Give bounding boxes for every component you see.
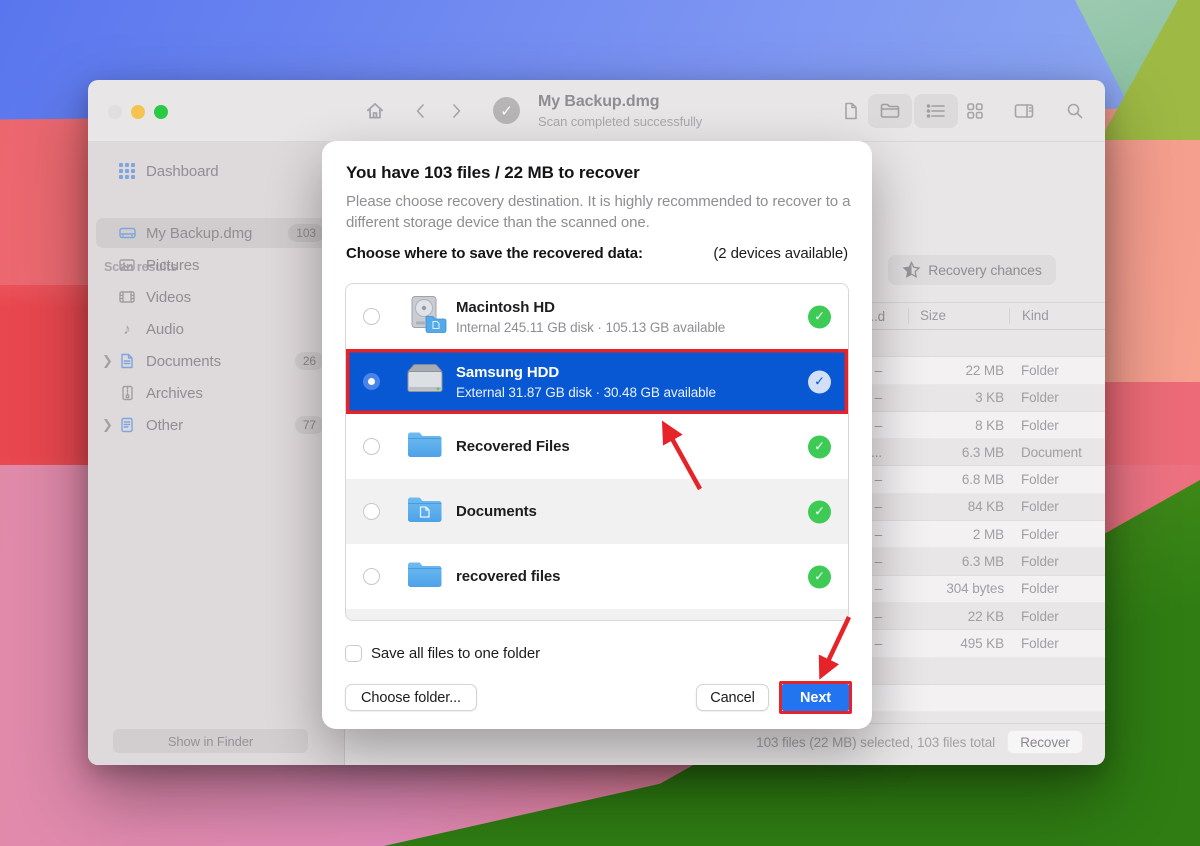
next-button-annotation-border: Next <box>779 681 852 714</box>
dialog-description: Please choose recovery destination. It i… <box>346 191 858 233</box>
sidebar-badge: 77 <box>295 416 324 434</box>
disk-image-icon <box>118 225 136 241</box>
zoom-window-button[interactable] <box>154 105 168 119</box>
dialog-title: You have 103 files / 22 MB to recover <box>346 163 640 183</box>
column-header-kind[interactable]: Kind <box>1009 308 1105 324</box>
archives-icon <box>118 385 136 401</box>
green-check-icon: ✓ <box>808 500 831 523</box>
sidebar: Dashboard Scan results My Backup.dmg 103… <box>88 142 345 765</box>
grid-view-icon[interactable] <box>961 97 989 125</box>
show-in-finder-button[interactable]: Show in Finder <box>113 729 308 753</box>
sidebar-item-label: Other <box>146 417 183 434</box>
destination-name: Macintosh HD <box>456 299 725 316</box>
blue-folder-icon <box>406 429 444 464</box>
destination-name: Documents <box>456 503 537 520</box>
choose-folder-button[interactable]: Choose folder... <box>345 684 477 711</box>
column-header-size[interactable]: Size <box>908 308 1009 324</box>
recovery-destination-dialog: You have 103 files / 22 MB to recover Pl… <box>322 141 872 729</box>
sidebar-item-label: Documents <box>146 353 221 370</box>
documents-icon <box>118 353 136 369</box>
sidebar-item-label: Dashboard <box>146 163 218 180</box>
recovery-chances-button[interactable]: Recovery chances <box>888 255 1056 285</box>
save-all-label: Save all files to one folder <box>371 645 540 662</box>
recover-button[interactable]: Recover <box>1007 730 1083 754</box>
destination-name: Samsung HDD <box>456 364 716 381</box>
destination-row-samsung-hdd[interactable]: Samsung HDD External 31.87 GB disk · 30.… <box>346 349 848 414</box>
sidebar-item-label: My Backup.dmg <box>146 225 252 242</box>
destination-row-recovered-files[interactable]: Recovered Files ✓ <box>346 414 848 479</box>
destination-name: Recovered Files <box>456 438 570 455</box>
green-check-icon: ✓ <box>808 565 831 588</box>
scan-complete-check-icon: ✓ <box>493 97 520 124</box>
videos-icon <box>118 289 136 305</box>
external-drive-icon <box>402 362 448 401</box>
green-check-icon: ✓ <box>808 435 831 458</box>
sidebar-item-pictures[interactable]: Pictures <box>96 250 332 280</box>
radio-icon[interactable] <box>363 438 380 455</box>
close-window-button[interactable] <box>108 105 122 119</box>
radio-icon[interactable] <box>363 308 380 325</box>
selected-check-icon: ✓ <box>808 370 831 393</box>
radio-icon[interactable] <box>363 503 380 520</box>
destination-name: recovered files <box>456 568 560 585</box>
recovery-chances-label: Recovery chances <box>928 262 1042 278</box>
sidebar-item-label: Videos <box>146 289 191 306</box>
folder-view-button[interactable] <box>868 94 912 128</box>
destination-details: Internal 245.11 GB disk · 105.13 GB avai… <box>456 320 725 335</box>
audio-note-icon: ♪ <box>118 322 136 337</box>
destination-row-partial <box>346 609 848 621</box>
sidebar-item-videos[interactable]: Videos <box>96 282 332 312</box>
choose-destination-label: Choose where to save the recovered data: <box>346 245 643 262</box>
dashboard-grid-icon <box>118 163 136 179</box>
back-icon[interactable] <box>407 97 435 125</box>
star-half-icon <box>902 261 921 279</box>
sidebar-item-label: Audio <box>146 321 184 338</box>
sidebar-item-my-backup[interactable]: My Backup.dmg 103 <box>96 218 332 248</box>
sidebar-badge: 103 <box>288 224 324 242</box>
file-icon[interactable] <box>837 97 865 125</box>
radio-icon[interactable] <box>363 568 380 585</box>
chevron-right-icon[interactable]: ❯ <box>102 417 113 433</box>
selection-status-text: 103 files (22 MB) selected, 103 files to… <box>756 735 995 750</box>
sidebar-item-audio[interactable]: ♪ Audio <box>96 314 332 344</box>
destination-details: External 31.87 GB disk · 30.48 GB availa… <box>456 385 716 400</box>
minimize-window-button[interactable] <box>131 105 145 119</box>
destination-row-recovered-files-2[interactable]: recovered files ✓ <box>346 544 848 609</box>
devices-available-label: (2 devices available) <box>713 245 848 262</box>
sidebar-item-archives[interactable]: Archives <box>96 378 332 408</box>
blue-folder-documents-icon <box>406 494 444 529</box>
blue-folder-icon <box>406 559 444 594</box>
pictures-icon <box>118 257 136 273</box>
other-file-icon <box>118 417 136 433</box>
forward-icon[interactable] <box>442 97 470 125</box>
panel-view-icon[interactable] <box>1010 97 1038 125</box>
list-view-button[interactable] <box>914 94 958 128</box>
home-icon[interactable] <box>361 97 389 125</box>
sidebar-item-documents[interactable]: ❯ Documents 26 <box>96 346 332 376</box>
sidebar-item-label: Pictures <box>146 257 199 274</box>
radio-selected-icon[interactable] <box>363 373 380 390</box>
destination-list: Macintosh HD Internal 245.11 GB disk · 1… <box>345 283 849 621</box>
checkbox-icon[interactable] <box>345 645 362 662</box>
sidebar-item-label: Archives <box>146 385 203 402</box>
destination-row-macintosh-hd[interactable]: Macintosh HD Internal 245.11 GB disk · 1… <box>346 284 848 349</box>
window-title: My Backup.dmg <box>538 93 702 111</box>
titlebar: ✓ My Backup.dmg Scan completed successfu… <box>88 80 1105 142</box>
cancel-button[interactable]: Cancel <box>696 684 769 711</box>
sidebar-item-dashboard[interactable]: Dashboard <box>96 156 332 186</box>
destination-row-documents[interactable]: Documents ✓ <box>346 479 848 544</box>
chevron-right-icon[interactable]: ❯ <box>102 353 113 369</box>
sidebar-badge: 26 <box>295 352 324 370</box>
save-all-checkbox-row[interactable]: Save all files to one folder <box>345 645 540 662</box>
internal-drive-icon <box>402 295 448 338</box>
next-button[interactable]: Next <box>782 684 849 711</box>
sidebar-item-other[interactable]: ❯ Other 77 <box>96 410 332 440</box>
search-icon[interactable] <box>1061 97 1089 125</box>
window-subtitle: Scan completed successfully <box>538 114 702 129</box>
green-check-icon: ✓ <box>808 305 831 328</box>
